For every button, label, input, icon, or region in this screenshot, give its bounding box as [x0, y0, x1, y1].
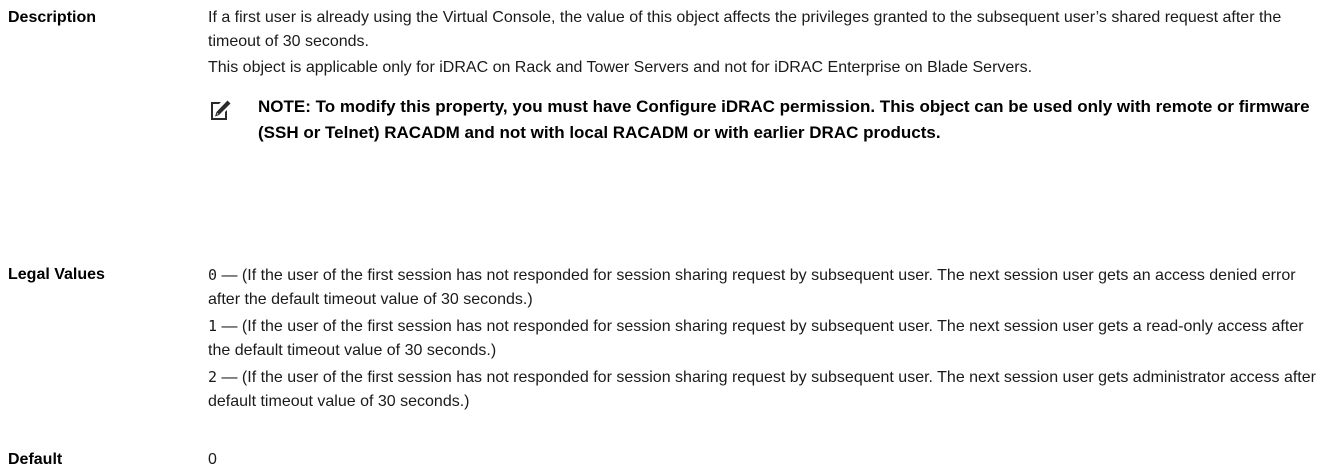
- legal-value-item: 1 — (If the user of the first session ha…: [208, 314, 1328, 363]
- description-label: Description: [8, 9, 97, 26]
- legal-value-code: 1: [208, 317, 218, 335]
- description-paragraph: If a first user is already using the Vir…: [208, 9, 1282, 50]
- default-content: 0: [208, 448, 1328, 472]
- legal-value-text: — (If the user of the first session has …: [208, 369, 1316, 410]
- default-label: Default: [8, 451, 63, 468]
- legal-value-code: 0: [208, 266, 218, 284]
- default-value: 0: [208, 451, 217, 468]
- legal-value-text: — (If the user of the first session has …: [208, 318, 1304, 359]
- legal-value-item: 2 — (If the user of the first session ha…: [208, 365, 1328, 414]
- description-paragraph: This object is applicable only for iDRAC…: [208, 59, 1033, 76]
- legal-value-code: 2: [208, 368, 218, 386]
- legal-value-text: — (If the user of the first session has …: [208, 267, 1296, 308]
- note-block: NOTE: To modify this property, you must …: [208, 94, 1328, 146]
- legal-values-label: Legal Values: [8, 266, 105, 283]
- legal-value-item: 0 — (If the user of the first session ha…: [208, 263, 1328, 312]
- description-content: If a first user is already using the Vir…: [208, 6, 1328, 146]
- pencil-note-icon: [211, 100, 231, 120]
- legal-values-content: 0 — (If the user of the first session ha…: [208, 263, 1328, 414]
- note-text: NOTE: To modify this property, you must …: [258, 97, 1310, 142]
